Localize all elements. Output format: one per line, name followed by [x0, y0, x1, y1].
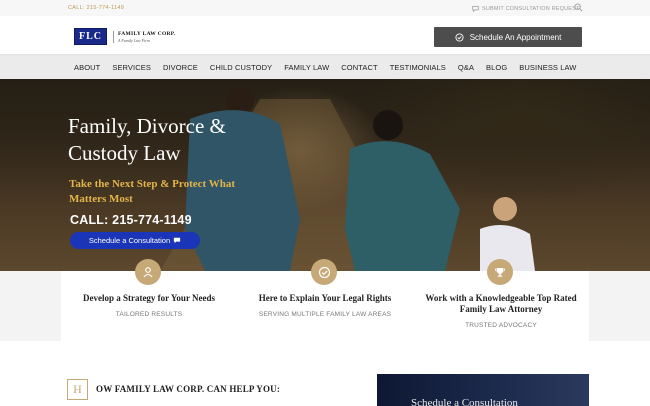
- hero-banner: Family, Divorce & Custody Law Take the N…: [0, 79, 650, 271]
- feature-cards: Develop a Strategy for Your Needs TAILOR…: [61, 259, 589, 341]
- top-phone-link[interactable]: CALL: 215-774-1149: [68, 5, 124, 11]
- logo-tagline: A Family Law Firm: [118, 37, 150, 43]
- feature-card-title: Develop a Strategy for Your Needs: [82, 293, 216, 303]
- feature-card-subtitle: TRUSTED ADVOCACY: [465, 322, 537, 329]
- nav-item-blog[interactable]: BLOG: [486, 63, 507, 72]
- nav-item-about[interactable]: ABOUT: [74, 63, 100, 72]
- schedule-appointment-label: Schedule An Appointment: [469, 32, 562, 42]
- feature-card: Work with a Knowledgeable Top Rated Fami…: [413, 259, 589, 341]
- feature-card: Develop a Strategy for Your Needs TAILOR…: [61, 259, 237, 341]
- chat-bubble-icon: [174, 237, 181, 244]
- help-section: H OW FAMILY LAW CORP. CAN HELP YOU: Sche…: [0, 341, 650, 406]
- drop-cap: H: [67, 379, 88, 400]
- schedule-appointment-button[interactable]: Schedule An Appointment: [434, 27, 582, 47]
- logo-text: FAMILY LAW CORP. A Family Law Firm: [113, 30, 176, 43]
- feature-card-title: Work with a Knowledgeable Top Rated Fami…: [425, 293, 577, 314]
- feature-card-subtitle: SERVING MULTIPLE FAMILY LAW AREAS: [258, 311, 392, 318]
- nav-item-business-law[interactable]: BUSINESS LAW: [519, 63, 576, 72]
- feature-card-title: Here to Explain Your Legal Rights: [258, 293, 392, 303]
- nav-item-divorce[interactable]: DIVORCE: [163, 63, 198, 72]
- hero-tagline: Take the Next Step & Protect What Matter…: [69, 178, 235, 205]
- logo-name: FAMILY LAW CORP.: [118, 30, 176, 37]
- top-bar: CALL: 215-774-1149 SUBMIT CONSULTATION R…: [0, 0, 650, 16]
- hero-phone[interactable]: CALL: 215-774-1149: [70, 213, 192, 227]
- consultation-panel: Schedule a Consultation: [377, 374, 589, 406]
- search-icon[interactable]: [574, 3, 583, 12]
- check-circle-icon: [455, 32, 464, 42]
- submit-consultation-link[interactable]: SUBMIT CONSULTATION REQUEST: [472, 5, 580, 12]
- help-heading: OW FAMILY LAW CORP. CAN HELP YOU:: [96, 384, 281, 394]
- schedule-consultation-label: Schedule a Consultation: [88, 236, 171, 245]
- nav-item-qa[interactable]: Q&A: [458, 63, 474, 72]
- trophy-icon: [487, 259, 513, 285]
- nav-item-testimonials[interactable]: TESTIMONIALS: [390, 63, 446, 72]
- nav-item-child-custody[interactable]: CHILD CUSTODY: [210, 63, 272, 72]
- consultation-panel-title: Schedule a Consultation: [411, 397, 518, 406]
- nav-item-family-law[interactable]: FAMILY LAW: [284, 63, 329, 72]
- hero-title: Family, Divorce & Custody Law: [68, 114, 226, 165]
- main-nav: ABOUT SERVICES DIVORCE CHILD CUSTODY FAM…: [0, 54, 650, 79]
- submit-consultation-label: SUBMIT CONSULTATION REQUEST: [482, 5, 580, 12]
- feature-card-subtitle: TAILORED RESULTS: [115, 311, 183, 318]
- nav-item-contact[interactable]: CONTACT: [341, 63, 377, 72]
- feature-card: Here to Explain Your Legal Rights SERVIN…: [237, 259, 413, 341]
- schedule-consultation-button[interactable]: Schedule a Consultation: [70, 232, 200, 249]
- nav-item-services[interactable]: SERVICES: [112, 63, 151, 72]
- person-icon: [135, 259, 161, 285]
- check-circle-icon: [311, 259, 337, 285]
- logo-mark: FLC: [74, 28, 107, 45]
- site-logo[interactable]: FLC FAMILY LAW CORP. A Family Law Firm: [74, 28, 176, 45]
- chat-icon: [472, 6, 479, 12]
- site-header: FLC FAMILY LAW CORP. A Family Law Firm S…: [0, 16, 650, 54]
